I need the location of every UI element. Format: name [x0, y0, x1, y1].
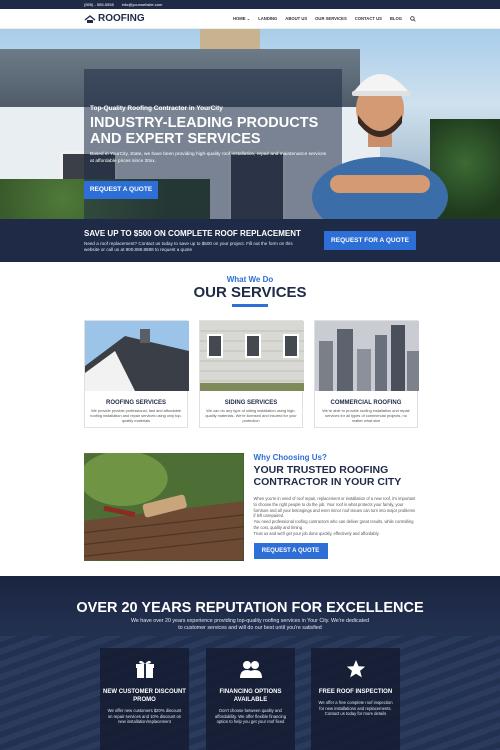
- nav-item-blog[interactable]: BLOG: [390, 16, 402, 21]
- feature-card-inspection: FREE ROOF INSPECTION We offer a free com…: [311, 648, 400, 750]
- why-section: Why Choosing Us? YOUR TRUSTED ROOFING CO…: [0, 428, 500, 561]
- email-text[interactable]: info@yourwebsite.com: [122, 2, 163, 7]
- reputation-description: We have over 20 years experience providi…: [130, 618, 370, 631]
- hero-eyebrow: Top-Quality Roofing Contractor in YourCi…: [90, 105, 223, 112]
- card-description: We're able to provide roofing installati…: [322, 408, 410, 423]
- why-title: YOUR TRUSTED ROOFING CONTRACTOR IN YOUR …: [253, 464, 402, 488]
- hero-title: INDUSTRY-LEADING PRODUCTS AND EXPERT SER…: [90, 115, 319, 147]
- reputation-title: OVER 20 YEARS REPUTATION FOR EXCELLENCE: [76, 600, 424, 616]
- phone-text[interactable]: (555) - 555-5555: [84, 2, 114, 7]
- services-title: OUR SERVICES: [193, 284, 307, 301]
- search-icon[interactable]: [410, 15, 416, 22]
- nav-menu: HOME ⌄ LANDING ABOUT US OUR SERVICES CON…: [233, 15, 416, 22]
- promo-description: Need a roof replacement? Contact us toda…: [84, 240, 293, 252]
- promo-bar: SAVE UP TO $500 ON COMPLETE ROOF REPLACE…: [0, 219, 500, 262]
- why-paragraph: Trust us and we'll get your job done qui…: [253, 530, 380, 536]
- promo-text-block: SAVE UP TO $500 ON COMPLETE ROOF REPLACE…: [84, 229, 301, 253]
- hero-text-block: Top-Quality Roofing Contractor in YourCi…: [90, 105, 340, 165]
- why-paragraph: When you're in need of roof repair, repl…: [253, 496, 416, 519]
- logo-text: ROOFING: [98, 13, 145, 24]
- house-roof-icon: [84, 15, 96, 23]
- service-cards: ROOFING SERVICES We provide provide prof…: [0, 307, 500, 428]
- feature-description: Don't choose between quality and afforda…: [214, 708, 287, 725]
- star-icon: [346, 660, 365, 678]
- roofing-tools-image: [84, 453, 244, 561]
- hero-section: Top-Quality Roofing Contractor in YourCi…: [0, 29, 500, 219]
- roofing-service-image: [85, 321, 189, 391]
- why-description: When you're in need of roof repair, repl…: [254, 496, 416, 537]
- nav-item-label: HOME: [232, 16, 246, 21]
- siding-service-image: [200, 321, 304, 391]
- main-nav: ROOFING HOME ⌄ LANDING ABOUT US OUR SERV…: [0, 9, 500, 29]
- services-subtitle: What We Do: [226, 275, 274, 284]
- feature-description: We offer new customers $20% discount on …: [107, 708, 182, 725]
- users-icon: [239, 661, 262, 678]
- why-text-block: Why Choosing Us? YOUR TRUSTED ROOFING CO…: [253, 453, 416, 561]
- nav-item-home[interactable]: HOME ⌄: [233, 16, 250, 21]
- feature-title: FREE ROOF INSPECTION: [318, 689, 393, 695]
- service-card-roofing[interactable]: ROOFING SERVICES We provide provide prof…: [84, 320, 189, 428]
- nav-item-contact[interactable]: CONTACT US: [355, 16, 382, 21]
- feature-card-discount: NEW CUSTOMER DISCOUNT PROMO We offer new…: [100, 648, 189, 750]
- feature-title: NEW CUSTOMER DISCOUNT PROMO: [103, 689, 186, 703]
- site-logo[interactable]: ROOFING: [84, 13, 145, 24]
- why-quote-button[interactable]: REQUEST A QUOTE: [253, 542, 328, 559]
- promo-quote-button[interactable]: REQUEST FOR A QUOTE: [324, 231, 416, 250]
- why-subtitle: Why Choosing Us?: [253, 453, 327, 462]
- service-card-commercial[interactable]: COMMERCIAL ROOFING We're able to provide…: [314, 320, 419, 428]
- gift-icon: [135, 660, 154, 678]
- commercial-roofing-image: [315, 321, 419, 391]
- why-paragraph: You need professional roofing contractor…: [253, 519, 414, 530]
- nav-item-about[interactable]: ABOUT US: [285, 16, 307, 21]
- chevron-down-icon: ⌄: [246, 16, 251, 21]
- services-section: What We Do OUR SERVICES ROOFING SERVICES…: [0, 262, 500, 428]
- promo-title: SAVE UP TO $500 ON COMPLETE ROOF REPLACE…: [84, 228, 301, 238]
- feature-description: We offer a free complete roof inspection…: [318, 700, 393, 717]
- reputation-section: OVER 20 YEARS REPUTATION FOR EXCELLENCE …: [0, 576, 500, 750]
- card-description: We can do any type of siding installatio…: [205, 408, 297, 423]
- nav-item-landing[interactable]: LANDING: [258, 16, 277, 21]
- hero-description: Based in YourCity, State, we have been p…: [90, 152, 327, 164]
- card-description: We provide provide professional, fast an…: [90, 408, 182, 423]
- feature-title: FINANCING OPTIONS AVAILABLE: [219, 689, 282, 703]
- nav-item-services[interactable]: OUR SERVICES: [315, 16, 347, 21]
- service-card-siding[interactable]: SIDING SERVICES We can do any type of si…: [199, 320, 304, 428]
- hero-quote-button[interactable]: REQUEST A QUOTE: [84, 181, 158, 199]
- feature-card-financing: FINANCING OPTIONS AVAILABLE Don't choose…: [206, 648, 295, 750]
- top-bar: (555) - 555-5555 info@yourwebsite.com: [0, 0, 500, 9]
